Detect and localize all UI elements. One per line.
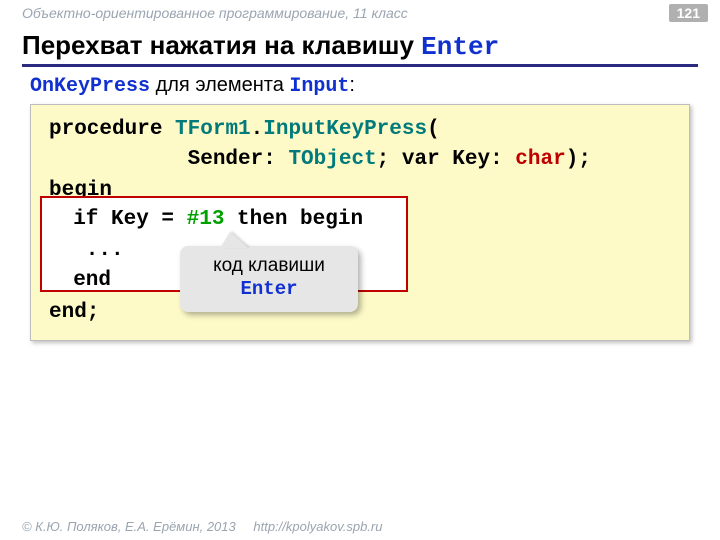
subtitle-tail: : [349,74,355,96]
page-number: 121 [669,4,708,22]
code-line-7: end; [49,298,671,328]
header-bar: Объектно-ориентированное программировани… [0,0,720,26]
footer: © К.Ю. Поляков, Е.А. Ерёмин, 2013 http:/… [22,519,382,534]
course-title: Объектно-ориентированное программировани… [22,5,669,21]
footer-url: http://kpolyakov.spb.ru [253,519,382,534]
callout-text: код клавиши [190,254,348,278]
tok: ; var Key: [377,148,516,171]
tok: . [251,118,264,141]
tok: char [515,148,565,171]
title-enter: Enter [421,32,499,62]
footer-copyright: © К.Ю. Поляков, Е.А. Ерёмин, 2013 [22,519,236,534]
tok: InputKeyPress [263,118,427,141]
title-text: Перехват нажатия на клавишу [22,30,421,60]
tok: procedure [49,118,175,141]
tok: Sender: [49,148,288,171]
code-line-1: procedure TForm1.InputKeyPress( [49,115,671,145]
callout-enter: Enter [190,278,348,302]
subtitle-onkeypress: OnKeyPress [30,75,150,98]
subtitle-mid: для элемента [150,74,289,96]
tok: TObject [288,148,376,171]
slide-title: Перехват нажатия на клавишу Enter [22,30,698,67]
code-line-2: Sender: TObject; var Key: char); [49,145,671,175]
subtitle: OnKeyPress для элемента Input: [30,74,355,98]
callout-bubble: код клавиши Enter [180,246,358,312]
subtitle-input: Input [289,75,349,98]
tok: ( [427,118,440,141]
tok: TForm1 [175,118,251,141]
tok: ); [566,148,591,171]
